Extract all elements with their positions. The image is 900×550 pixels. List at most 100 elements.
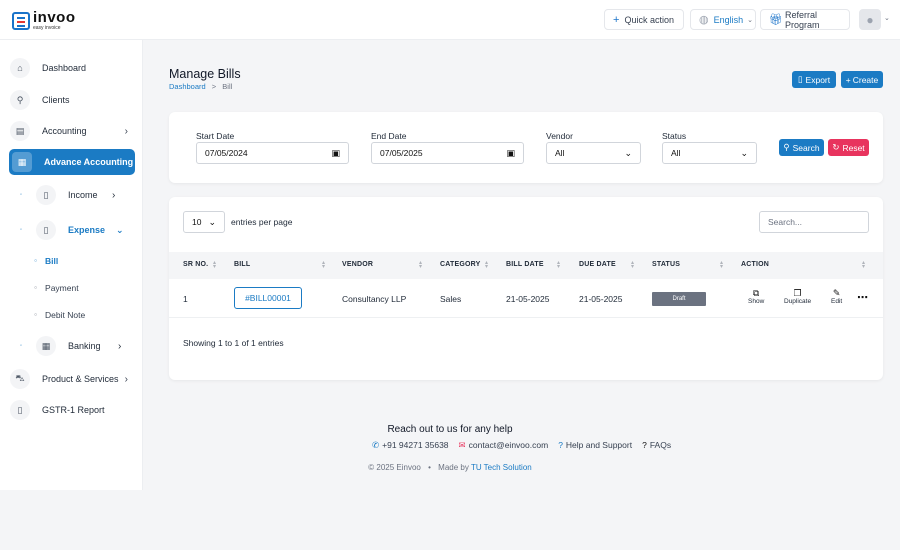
sort-icon[interactable]: ▴ ▾ [419, 260, 422, 270]
language-select[interactable]: ◍ English ⌄ [690, 9, 756, 30]
table-info: Showing 1 to 1 of 1 entries [183, 338, 284, 348]
sidebar-subitem-expense[interactable]: ◦ ▯ Expense ⌄ [20, 219, 124, 241]
chevron-right-icon: › [124, 125, 128, 137]
sort-icon[interactable]: ▴ ▾ [631, 260, 634, 270]
edit-action[interactable]: ✎ Edit [831, 288, 842, 305]
bullet-icon: ○ [34, 285, 38, 291]
cart-icon: ⛍ [10, 369, 30, 389]
footer-phone[interactable]: ✆ +91 94271 35638 [372, 440, 449, 451]
footer-help-support[interactable]: ? Help and Support [558, 440, 632, 451]
copyright-text: © 2025 Einvoo [368, 463, 421, 472]
duplicate-action[interactable]: ❐ Duplicate [784, 288, 811, 305]
cell-vendor: Consultancy LLP [342, 294, 407, 304]
sort-icon[interactable]: ▴ ▾ [862, 260, 865, 270]
sidebar-item-product-services[interactable]: ⛍ Product & Services › [10, 367, 136, 391]
sidebar-item-advance-accounting[interactable]: ▦ Advance Accounting [9, 149, 135, 175]
create-button[interactable]: + Create [841, 71, 883, 88]
more-options-icon[interactable]: ⋯ [857, 291, 868, 304]
quick-action-label: Quick action [624, 14, 674, 25]
language-label: English [713, 14, 744, 25]
sort-icon[interactable]: ▴ ▾ [557, 260, 560, 270]
th-sr-no[interactable]: SR NO. [183, 261, 208, 268]
sort-icon[interactable]: ▴ ▾ [720, 260, 723, 270]
brand-logo[interactable]: invoo easy invoice [12, 10, 76, 31]
status-badge: Draft [652, 292, 706, 306]
top-bar: invoo easy invoice + Quick action ◍ Engl… [0, 0, 900, 40]
faqs-text: FAQs [649, 440, 672, 450]
vendor-select[interactable]: All ⌄ [546, 142, 641, 164]
calendar-icon[interactable]: ▣ [331, 148, 340, 159]
th-category[interactable]: CATEGORY [440, 261, 481, 268]
mail-icon: ✉ [458, 440, 466, 450]
sort-icon[interactable]: ▴ ▾ [322, 260, 325, 270]
end-date-value: 07/05/2025 [380, 148, 423, 158]
show-action[interactable]: ⧉ Show [748, 288, 764, 305]
export-button[interactable]: ▯ Export [792, 71, 836, 88]
referral-program-button[interactable]: 🎁︎ Referral Program [760, 9, 850, 30]
footer-title: Reach out to us for any help [387, 424, 513, 435]
search-button[interactable]: ⚲ Search [779, 139, 824, 156]
sidebar-item-label: Payment [45, 283, 79, 293]
th-due-date[interactable]: DUE DATE [579, 261, 616, 268]
sidebar-leaf-payment[interactable]: ○ Payment [34, 280, 79, 296]
help-icon: ? [558, 440, 563, 450]
chevron-down-icon: ⌄ [747, 16, 754, 24]
page-title: Manage Bills [169, 67, 241, 81]
sidebar-leaf-bill[interactable]: ○ Bill [34, 253, 58, 269]
export-label: Export [805, 74, 831, 85]
footer-email[interactable]: ✉ contact@einvoo.com [459, 440, 549, 451]
breadcrumb-dashboard[interactable]: Dashboard [169, 82, 206, 91]
sidebar-subitem-income[interactable]: ◦ ▯ Income › [20, 184, 115, 206]
support-text: Help and Support [565, 440, 633, 450]
end-date-input[interactable]: 07/05/2025 ▣ [371, 142, 524, 164]
chevron-right-icon: › [124, 373, 128, 385]
start-date-label: Start Date [196, 131, 235, 141]
bank-icon: ▦ [36, 336, 56, 356]
sidebar-item-dashboard[interactable]: ⌂ Dashboard [10, 56, 136, 80]
avatar-chevron-icon[interactable]: ⌄ [884, 14, 890, 22]
th-status[interactable]: STATUS [652, 261, 680, 268]
sidebar-leaf-debit-note[interactable]: ○ Debit Note [34, 307, 85, 323]
start-date-input[interactable]: 07/05/2024 ▣ [196, 142, 349, 164]
sidebar-item-clients[interactable]: ⚲ Clients [10, 88, 136, 112]
file-icon: ▯ [36, 185, 56, 205]
chevron-down-icon: ⌄ [116, 224, 124, 235]
chevron-right-icon: › [112, 189, 116, 201]
reset-button[interactable]: ↻ Reset [828, 139, 869, 156]
vendor-value: All [555, 148, 565, 158]
entries-value: 10 [192, 217, 202, 227]
status-select[interactable]: All ⌄ [662, 142, 757, 164]
phone-icon: ✆ [372, 440, 380, 450]
bullet-icon: ○ [34, 312, 38, 318]
th-vendor[interactable]: VENDOR [342, 261, 373, 268]
th-bill[interactable]: BILL [234, 261, 250, 268]
plus-icon: + [613, 13, 620, 26]
create-label: Create [852, 74, 879, 85]
sidebar-item-accounting[interactable]: ▤ Accounting › [10, 119, 136, 143]
bill-number-link[interactable]: #BILL00001 [234, 287, 302, 309]
sidebar-item-label: Advance Accounting [44, 157, 134, 167]
made-by-link[interactable]: TU Tech Solution [471, 463, 532, 472]
user-avatar[interactable]: ● [859, 9, 881, 30]
external-link-icon: ⧉ [752, 288, 760, 298]
table-search-input[interactable]: Search... [759, 211, 869, 233]
user-plus-icon: ⚲ [10, 90, 30, 110]
breadcrumb-separator: > [211, 82, 217, 91]
sort-icon[interactable]: ▴ ▾ [485, 260, 488, 270]
calendar-icon[interactable]: ▣ [506, 148, 515, 159]
footer-faqs[interactable]: ? FAQs [642, 440, 671, 451]
search-icon: ⚲ [783, 142, 790, 152]
breadcrumb: Dashboard > Bill [169, 82, 232, 91]
th-bill-date[interactable]: BILL DATE [506, 261, 544, 268]
entries-per-page-select[interactable]: 10 ⌄ [183, 211, 225, 233]
end-date-label: End Date [371, 131, 407, 141]
th-action: ACTION [741, 261, 770, 268]
cell-due-date: 21-05-2025 [579, 294, 623, 304]
plus-icon: + [845, 74, 851, 85]
sidebar-subitem-banking[interactable]: ◦ ▦ Banking › [20, 335, 121, 357]
sort-icon[interactable]: ▴ ▾ [213, 260, 216, 270]
sidebar-item-gstr-report[interactable]: ▯ GSTR-1 Report [10, 398, 136, 422]
breadcrumb-current: Bill [222, 82, 233, 91]
quick-action-button[interactable]: + Quick action [604, 9, 684, 30]
sidebar: ⌂ Dashboard ⚲ Clients ▤ Accounting › ▦ A… [0, 40, 143, 490]
